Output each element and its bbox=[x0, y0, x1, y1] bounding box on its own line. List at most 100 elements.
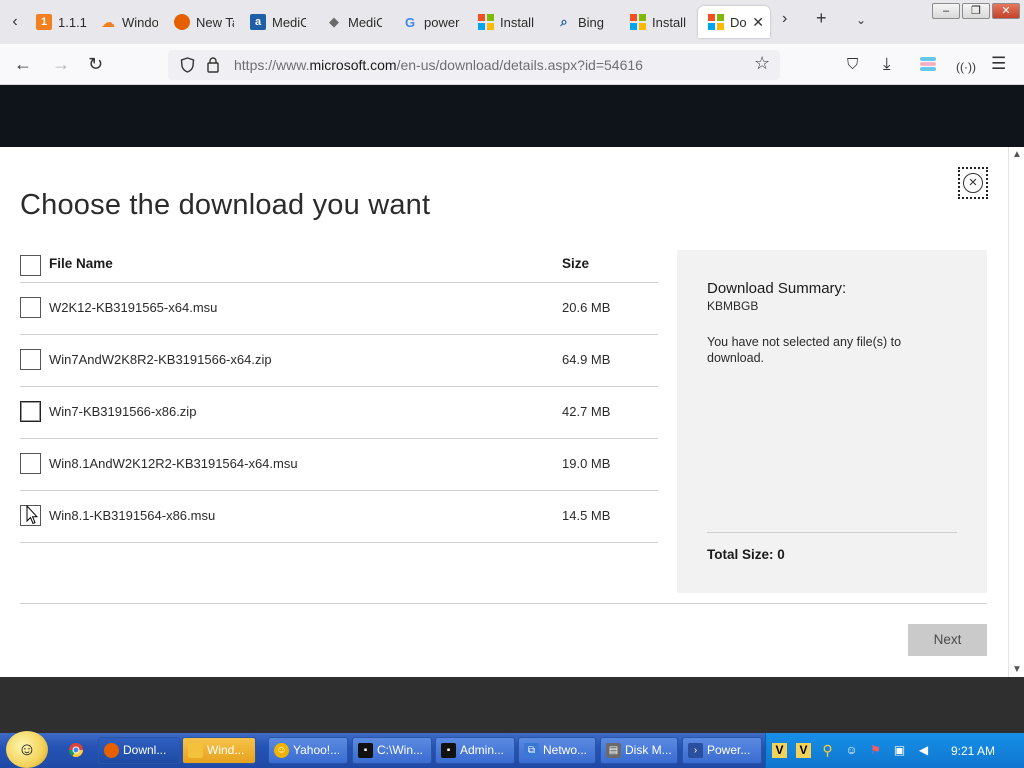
tab-2[interactable]: ☁ Windows bbox=[90, 6, 158, 38]
downloads-icon[interactable]: ⤓ bbox=[883, 53, 891, 75]
tabs-scroll-right-button[interactable]: › bbox=[782, 10, 787, 28]
cmd-icon: ▪ bbox=[358, 743, 373, 758]
scroll-down-icon[interactable]: ▼ bbox=[1012, 664, 1022, 675]
messenger-icon: ☺ bbox=[274, 743, 289, 758]
start-button[interactable]: ☺ bbox=[6, 731, 48, 768]
taskbar-label: Disk M... bbox=[625, 743, 672, 757]
tab-1[interactable]: 1 1.1.1.1 bbox=[26, 6, 88, 38]
close-icon: × bbox=[963, 173, 983, 193]
reload-button[interactable]: ↻ bbox=[88, 53, 103, 75]
close-window-button[interactable]: ✕ bbox=[992, 3, 1020, 19]
tab-6[interactable]: G powershell bbox=[392, 6, 460, 38]
pocket-icon[interactable]: ⛉ bbox=[847, 54, 858, 76]
file-row[interactable]: Win8.1AndW2K12R2-KB3191564-x64.msu 19.0 … bbox=[20, 439, 658, 491]
tabs-scroll-left-button[interactable]: ‹ bbox=[4, 8, 26, 36]
tab-label: MediCat bbox=[348, 14, 382, 30]
column-header-size: Size bbox=[562, 256, 590, 271]
tab-9[interactable]: Install bbox=[620, 6, 688, 38]
file-size: 19.0 MB bbox=[562, 456, 611, 471]
taskbar-label: Wind... bbox=[207, 743, 245, 757]
tab-strip: ‹ 1 1.1.1.1 ☁ Windows New Tab a MediCat … bbox=[0, 0, 1024, 44]
tab-7[interactable]: Install bbox=[468, 6, 534, 38]
file-row[interactable]: Win7-KB3191566-x86.zip 42.7 MB bbox=[20, 387, 658, 439]
dialog-scrollbar[interactable]: ▲ ▼ bbox=[1008, 147, 1024, 677]
microsoft-icon bbox=[708, 14, 724, 30]
file-name: Win7AndW2K8R2-KB3191566-x64.zip bbox=[49, 352, 272, 367]
restore-button[interactable]: ❐ bbox=[962, 3, 990, 19]
tab-label: MediCat bbox=[272, 14, 306, 30]
powershell-icon: › bbox=[688, 743, 703, 758]
summary-message: You have not selected any file(s) to dow… bbox=[707, 335, 902, 365]
v-app-icon[interactable]: V bbox=[796, 743, 811, 758]
network-tray-icon[interactable]: ▣ bbox=[892, 743, 907, 758]
minimize-button[interactable]: – bbox=[932, 3, 960, 19]
file-checkbox[interactable] bbox=[20, 453, 41, 474]
file-name: Win8.1-KB3191564-x86.msu bbox=[49, 508, 216, 523]
file-checkbox[interactable] bbox=[20, 297, 41, 318]
search-tool-icon[interactable]: ⚲ bbox=[820, 743, 835, 758]
tab-10-active[interactable]: Download ✕ bbox=[698, 6, 770, 38]
taskbar-item-cmd[interactable]: ▪ C:\Win... bbox=[352, 737, 432, 764]
taskbar-item-network[interactable]: ⧉ Netwo... bbox=[518, 737, 596, 764]
microsoft-icon bbox=[630, 14, 646, 30]
shield-icon[interactable] bbox=[180, 57, 195, 73]
taskbar-item-windows[interactable]: Wind... bbox=[182, 737, 256, 764]
file-row[interactable]: W2K12-KB3191565-x64.msu 20.6 MB bbox=[20, 283, 658, 335]
cmd-icon: ▪ bbox=[441, 743, 456, 758]
cloudflare-icon: 1 bbox=[36, 14, 52, 30]
back-button[interactable]: ← bbox=[14, 53, 32, 75]
tab-label: Install bbox=[652, 14, 686, 30]
tab-label: Bing bbox=[578, 14, 605, 30]
taskbar-item-powershell[interactable]: › Power... bbox=[682, 737, 762, 764]
taskbar-item-download[interactable]: Downl... bbox=[98, 737, 180, 764]
file-checkbox[interactable] bbox=[20, 401, 41, 422]
summary-units: KBMBGB bbox=[707, 299, 759, 313]
tab-label: Install bbox=[500, 14, 534, 30]
tab-4[interactable]: a MediCat bbox=[240, 6, 306, 38]
tab-8[interactable]: ⌕ Bing bbox=[546, 6, 616, 38]
dialog-divider bbox=[20, 603, 987, 604]
select-all-checkbox[interactable] bbox=[20, 255, 41, 276]
search-icon: ⌕ bbox=[560, 14, 568, 29]
volume-icon[interactable]: ◀ bbox=[916, 743, 931, 758]
file-checkbox[interactable] bbox=[20, 349, 41, 370]
file-row[interactable]: Win7AndW2K8R2-KB3191566-x64.zip 64.9 MB bbox=[20, 335, 658, 387]
menu-icon[interactable]: ☰ bbox=[991, 53, 1006, 75]
security-alert-icon[interactable]: ⚑ bbox=[868, 743, 883, 758]
overflow-extensions-icon[interactable]: ((·)) bbox=[956, 56, 976, 78]
extension-icon[interactable] bbox=[919, 55, 937, 78]
file-size: 42.7 MB bbox=[562, 404, 611, 419]
scroll-up-icon[interactable]: ▲ bbox=[1012, 149, 1022, 160]
address-bar[interactable]: https://www.microsoft.com/en-us/download… bbox=[168, 50, 780, 80]
microsoft-icon bbox=[478, 14, 494, 30]
close-dialog-button[interactable]: × bbox=[958, 167, 988, 199]
summary-title: Download Summary: bbox=[707, 280, 847, 297]
bookmark-star-icon[interactable]: ☆ bbox=[754, 53, 770, 74]
taskbar-item-disk[interactable]: ▤ Disk M... bbox=[600, 737, 678, 764]
list-all-tabs-icon[interactable]: ⌄ bbox=[856, 13, 866, 27]
next-button[interactable]: Next bbox=[908, 624, 987, 656]
url-text[interactable]: https://www.microsoft.com/en-us/download… bbox=[234, 57, 643, 73]
lock-icon[interactable] bbox=[206, 56, 220, 73]
table-header: File Name Size bbox=[20, 250, 658, 283]
v-app-icon[interactable]: V bbox=[772, 743, 787, 758]
a-icon: a bbox=[250, 14, 266, 30]
forward-button[interactable]: → bbox=[52, 53, 70, 75]
taskbar: ☺ Downl... Wind... ☺ Yahoo!... ▪ C:\Win.… bbox=[0, 731, 1024, 768]
taskbar-item-admin[interactable]: ▪ Admin... bbox=[435, 737, 515, 764]
taskbar-item-yahoo[interactable]: ☺ Yahoo!... bbox=[268, 737, 348, 764]
clock[interactable]: 9:21 AM bbox=[951, 744, 995, 758]
tab-label: New Tab bbox=[196, 14, 234, 30]
mouse-cursor-icon bbox=[26, 505, 38, 525]
chrome-icon[interactable] bbox=[68, 742, 84, 762]
emoji-icon[interactable]: ☺ bbox=[844, 743, 859, 758]
file-row[interactable]: Win8.1-KB3191564-x86.msu 14.5 MB bbox=[20, 491, 658, 543]
file-name: Win8.1AndW2K12R2-KB3191564-x64.msu bbox=[49, 456, 298, 471]
network-icon: ⧉ bbox=[524, 743, 539, 758]
google-icon: G bbox=[404, 14, 416, 30]
close-tab-icon[interactable]: ✕ bbox=[752, 14, 764, 31]
new-tab-button[interactable]: + bbox=[816, 8, 827, 29]
tab-3[interactable]: New Tab bbox=[164, 6, 234, 38]
tab-5[interactable]: ◆ MediCat bbox=[316, 6, 382, 38]
navigation-bar: ← → ↻ https://www.microsoft.com/en-us/do… bbox=[0, 44, 1024, 85]
